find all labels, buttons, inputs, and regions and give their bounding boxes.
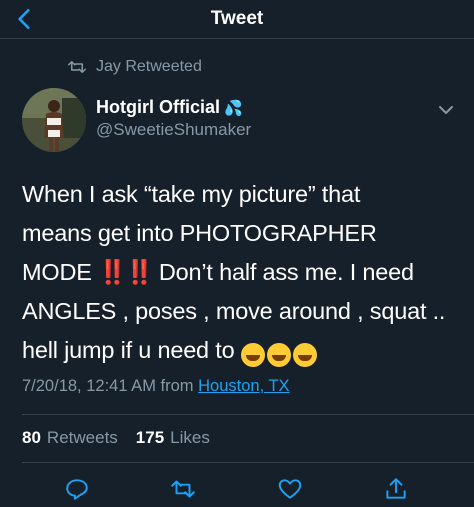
retweets-count: 80	[22, 428, 41, 447]
display-name: Hotgirl Official	[96, 97, 221, 117]
retweets-label: Retweets	[46, 428, 118, 447]
divider	[22, 462, 474, 463]
tweet-line: When I ask “take my picture” that	[22, 181, 361, 207]
likes-label: Likes	[170, 428, 210, 447]
reply-icon[interactable]	[64, 476, 90, 502]
tweet-line: hell jump if u need to 🤣😂😂	[22, 331, 462, 370]
tears-of-joy-emoji: 😂	[266, 343, 291, 367]
tweet-text: When I ask “take my picture” that means …	[22, 175, 462, 370]
retweet-icon[interactable]	[170, 476, 196, 502]
like-icon[interactable]	[277, 476, 303, 502]
share-icon[interactable]	[383, 476, 409, 502]
location-link[interactable]: Houston, TX	[198, 377, 289, 395]
author-name-row[interactable]: Hotgirl Official 💦	[96, 97, 243, 118]
timestamp: 7/20/18, 12:41 AM from	[22, 377, 194, 395]
tears-of-joy-emoji: 😂	[292, 343, 317, 367]
tweet-line: MODE ‼️‼️ Don’t half ass me. I need	[22, 259, 414, 285]
retweets-stat[interactable]: 80 Retweets	[22, 428, 118, 448]
top-bar: Tweet	[0, 0, 474, 39]
likes-count: 175	[135, 428, 165, 447]
avatar[interactable]	[22, 88, 86, 152]
retweet-icon	[68, 61, 86, 73]
avatar-photo	[22, 88, 86, 152]
divider	[22, 414, 474, 415]
likes-stat[interactable]: 175 Likes	[136, 428, 210, 448]
author-handle[interactable]: @SweetieShumaker	[96, 120, 251, 140]
tweet-meta: 7/20/18, 12:41 AM from Houston, TX	[22, 377, 290, 396]
page-title: Tweet	[210, 8, 264, 29]
chevron-down-icon[interactable]	[436, 102, 456, 118]
retweeted-by[interactable]: Jay Retweeted	[68, 57, 202, 77]
engagement-stats: 80 Retweets 175 Likes	[22, 428, 222, 448]
rofl-emoji: 🤣	[240, 343, 265, 367]
sweat-droplets-icon: 💦	[224, 99, 243, 117]
tweet-line: ANGLES , poses , move around , squat ..	[22, 298, 446, 324]
retweeted-by-label: Jay Retweeted	[96, 58, 202, 75]
double-exclamation-emoji: ‼️‼️	[98, 259, 155, 285]
tweet-line: means get into PHOTOGRAPHER	[22, 220, 377, 246]
action-bar	[0, 472, 474, 504]
